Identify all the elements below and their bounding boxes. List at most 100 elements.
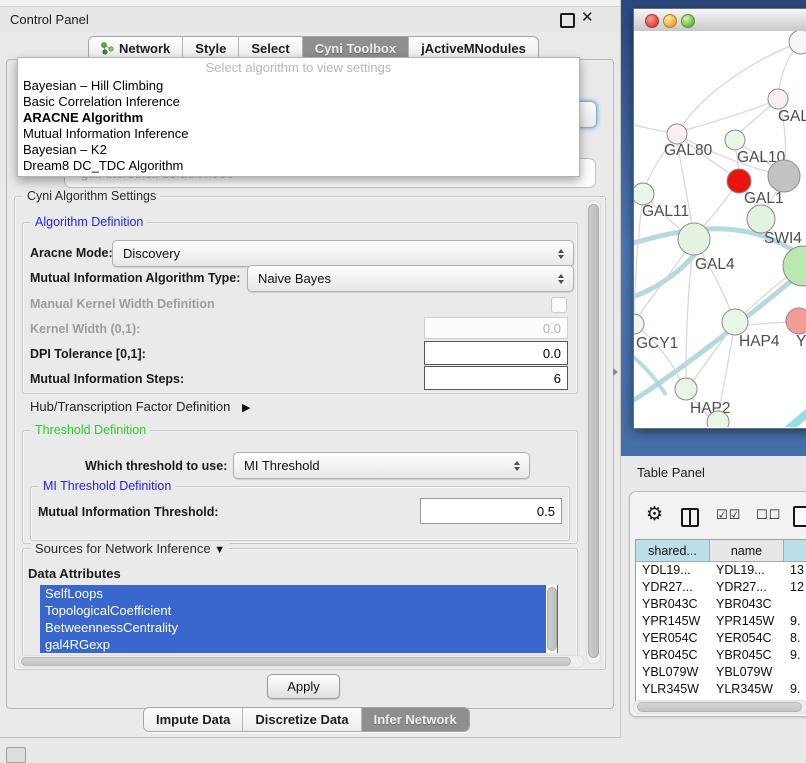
network-edge[interactable] xyxy=(754,409,806,427)
control-panel: Control Panel ✕ Network Style Select Cyn… xyxy=(0,0,621,738)
cell-value: 8. xyxy=(784,630,806,647)
network-node[interactable] xyxy=(783,246,806,286)
gear-icon[interactable]: ⚙ xyxy=(646,503,663,526)
expanded-arrow-icon[interactable]: ▼ xyxy=(214,544,225,556)
data-attribute-item[interactable]: SelfLoops xyxy=(40,585,558,602)
network-node[interactable] xyxy=(675,378,697,400)
cell-shared-name: YBR043C xyxy=(636,596,710,613)
columns-icon[interactable] xyxy=(681,508,699,527)
data-attribute-item[interactable]: BetweennessCentrality xyxy=(40,619,558,636)
settings-hscrollbar-thumb[interactable] xyxy=(21,657,571,666)
manual-kernel-width-label: Manual Kernel Width Definition xyxy=(30,297,215,311)
manual-kernel-width-checkbox[interactable] xyxy=(551,297,567,313)
settings-scrollbar-thumb[interactable] xyxy=(588,204,599,658)
network-edge[interactable] xyxy=(634,253,696,299)
table-row[interactable]: YER054C YER054C 8. xyxy=(636,630,806,647)
apply-button[interactable]: Apply xyxy=(267,674,340,699)
table-horizontal-scrollbar[interactable] xyxy=(633,700,806,714)
column-header-name[interactable]: name xyxy=(710,540,784,562)
tab-discretize-data-label: Discretize Data xyxy=(255,712,348,727)
network-node[interactable] xyxy=(768,89,788,109)
minimize-window-button[interactable] xyxy=(663,14,677,28)
deselect-all-checkboxes-icon[interactable]: ☐☐ xyxy=(756,507,781,523)
network-view-window[interactable]: GALGAL80GAL10GAL1GAL11SWI4GAL4GCY1HAP4YH… xyxy=(633,8,806,429)
cell-value xyxy=(784,596,806,613)
network-edge[interactable] xyxy=(686,99,778,130)
aracne-mode-value: Discovery xyxy=(113,246,553,261)
network-window-titlebar[interactable] xyxy=(634,9,806,32)
cell-shared-name: YLR345W xyxy=(636,681,710,698)
network-canvas[interactable]: GALGAL80GAL10GAL1GAL11SWI4GAL4GCY1HAP4YH… xyxy=(634,31,806,427)
network-node[interactable] xyxy=(789,31,806,54)
cell-shared-name: YBL079W xyxy=(636,664,710,681)
network-edge[interactable] xyxy=(634,123,668,132)
network-node-label: GAL xyxy=(778,108,806,125)
list-vertical-scrollbar[interactable] xyxy=(546,585,557,653)
tab-infer-network[interactable]: Infer Network xyxy=(362,708,469,731)
dpi-tolerance-label: DPI Tolerance [0,1]: xyxy=(30,347,146,361)
control-panel-titlebar xyxy=(0,7,620,32)
settings-vertical-scrollbar[interactable] xyxy=(586,200,601,664)
network-node[interactable] xyxy=(678,223,710,255)
mi-threshold-definition-title: MI Threshold Definition xyxy=(39,479,175,493)
dropdown-item[interactable]: ARACNE Algorithm xyxy=(18,110,579,126)
select-all-checkboxes-icon[interactable]: ☑☑ xyxy=(716,507,741,523)
network-node[interactable] xyxy=(768,160,800,192)
dropdown-item[interactable]: Basic Correlation Inference xyxy=(18,94,579,110)
cell-shared-name: YBR045C xyxy=(636,647,710,664)
aracne-mode-label: Aracne Mode: xyxy=(30,246,113,260)
docked-panel-tab[interactable] xyxy=(6,747,26,763)
stepper-icon xyxy=(509,461,525,471)
mutual-information-threshold-input[interactable] xyxy=(420,498,562,524)
dropdown-item[interactable]: Bayesian – Hill Climbing xyxy=(18,78,579,94)
network-node-label: GAL80 xyxy=(664,142,713,159)
mi-algorithm-type-select[interactable]: Naive Bayes xyxy=(247,265,574,292)
cell-name: YBR043C xyxy=(710,596,784,613)
dropdown-item[interactable]: Bayesian – K2 xyxy=(18,142,579,158)
table-row[interactable]: YPR145W YPR145W 9. xyxy=(636,613,806,630)
hub-definition-toggle[interactable]: Hub/Transcription Factor Definition ▶ xyxy=(30,399,250,414)
tab-impute-data[interactable]: Impute Data xyxy=(144,708,243,731)
network-node[interactable] xyxy=(786,308,806,334)
tab-discretize-data[interactable]: Discretize Data xyxy=(243,708,361,731)
table-row[interactable]: YDL19... YDL19... 13 xyxy=(636,562,806,579)
document-icon[interactable] xyxy=(793,506,806,527)
settings-horizontal-scrollbar[interactable] xyxy=(18,655,584,668)
list-scrollbar-thumb[interactable] xyxy=(547,587,557,651)
table-row[interactable]: YLR345W YLR345W 9. xyxy=(636,681,806,698)
table-hscrollbar-thumb[interactable] xyxy=(637,702,802,712)
cell-value: 9. xyxy=(784,681,806,698)
column-header-clipped[interactable] xyxy=(784,540,806,562)
data-attribute-item[interactable]: TopologicalCoefficient xyxy=(40,602,558,619)
which-threshold-select[interactable]: MI Threshold xyxy=(233,452,530,479)
aracne-mode-select[interactable]: Discovery xyxy=(112,240,574,267)
splitter-handle-icon[interactable] xyxy=(613,368,618,376)
close-window-button[interactable] xyxy=(645,14,659,28)
network-node[interactable] xyxy=(667,124,687,144)
network-node[interactable] xyxy=(634,183,654,205)
tab-network-label: Network xyxy=(119,41,170,56)
table-row[interactable]: YBR043C YBR043C xyxy=(636,596,806,613)
table-row[interactable]: YBL079W YBL079W xyxy=(636,664,806,681)
network-node[interactable] xyxy=(725,130,745,150)
close-panel-icon[interactable]: ✕ xyxy=(581,8,594,26)
dpi-tolerance-input[interactable] xyxy=(424,341,568,365)
column-header-shared-name[interactable]: shared... xyxy=(636,540,710,562)
kernel-width-input[interactable] xyxy=(424,317,568,339)
dropdown-item[interactable]: Mutual Information Inference xyxy=(18,126,579,142)
network-node[interactable] xyxy=(722,309,748,335)
table-row[interactable]: YBR045C YBR045C 9. xyxy=(636,647,806,664)
table-row[interactable]: YDR27... YDR27... 12 xyxy=(636,579,806,596)
network-tab-icon xyxy=(101,42,114,55)
mi-steps-input[interactable] xyxy=(424,366,568,390)
network-node-label: GAL11 xyxy=(642,203,689,220)
zoom-window-button[interactable] xyxy=(681,14,695,28)
network-edge[interactable] xyxy=(747,322,786,325)
network-node[interactable] xyxy=(747,205,775,233)
collapsed-arrow-icon: ▶ xyxy=(242,402,250,414)
cell-value: 9. xyxy=(784,647,806,664)
data-attribute-item[interactable]: gal4RGexp xyxy=(40,636,558,653)
dropdown-item[interactable]: Dream8 DC_TDC Algorithm xyxy=(18,158,579,174)
float-panel-icon[interactable] xyxy=(560,13,575,28)
tab-cyni-toolbox-label: Cyni Toolbox xyxy=(315,41,396,56)
